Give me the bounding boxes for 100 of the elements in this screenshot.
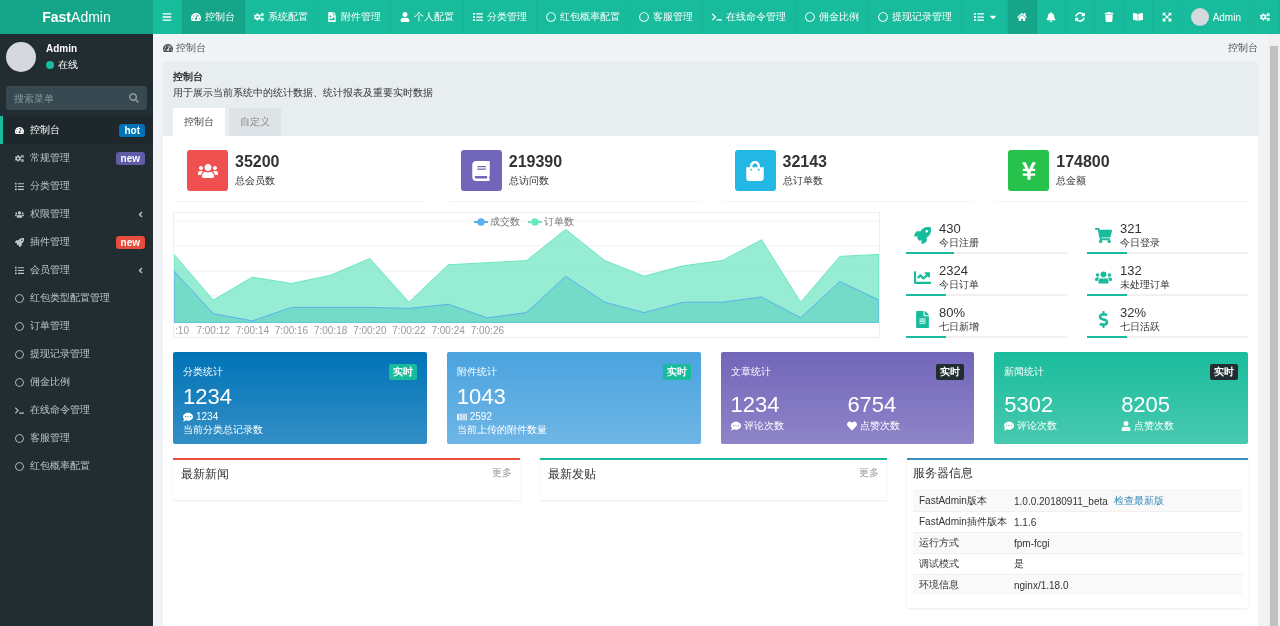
stat-value: 2324: [939, 263, 969, 278]
card-subvalue: 1234: [196, 411, 219, 422]
stat-value: 35200: [235, 153, 280, 171]
sidebar-item[interactable]: 红包概率配置: [0, 452, 153, 480]
heart-icon: [847, 421, 858, 431]
card-subvalue: 2592: [469, 411, 492, 422]
user-icon: [400, 12, 410, 22]
card-label: 点赞次数: [1134, 419, 1175, 433]
users-icon: [1095, 269, 1112, 286]
card-title: 文章统计: [730, 365, 771, 379]
stat-label: 七日活跃: [1120, 320, 1160, 334]
sidebar-item[interactable]: 分类管理: [0, 172, 153, 200]
info-value: 1.0.0.20180911_beta: [1014, 495, 1108, 507]
search-field[interactable]: 搜索菜单: [6, 86, 147, 110]
live-badge: 实时: [936, 364, 965, 380]
info-name: FastAdmin插件版本: [919, 515, 1008, 529]
sidebar-item[interactable]: 订单管理: [0, 312, 153, 340]
axis-label: 7:00:26: [470, 325, 504, 336]
user-name: Admin: [46, 42, 78, 54]
card-title: 分类统计: [183, 365, 223, 379]
sidebar-item[interactable]: 会员管理: [0, 256, 153, 284]
stat-label: 今日订单: [939, 278, 979, 292]
card-title: 新闻统计: [1004, 365, 1045, 379]
logo[interactable]: FastAdmin: [0, 0, 153, 34]
sidebar-item[interactable]: 在线命令管理: [0, 396, 153, 424]
card-title: 附件统计: [456, 365, 497, 379]
search-icon[interactable]: [129, 93, 139, 103]
sidebar-item[interactable]: 提现记录管理: [0, 340, 153, 368]
axis-label: 7:00:12: [196, 325, 230, 336]
list-icon: [15, 181, 24, 191]
live-badge: 实时: [388, 364, 417, 380]
home-button[interactable]: [1007, 0, 1037, 34]
nav-tab[interactable]: 控制台: [182, 0, 245, 34]
card-value: 1043: [456, 384, 507, 410]
avatar-icon: [1190, 8, 1209, 26]
gears-icon: [1260, 12, 1270, 22]
sidebar-item[interactable]: 红包类型配置管理: [0, 284, 153, 312]
more-link[interactable]: 更多: [859, 466, 879, 480]
legend-label[interactable]: 成交数: [490, 215, 520, 229]
sidebar-item[interactable]: 佣金比例: [0, 368, 153, 396]
card-label: 评论次数: [1017, 419, 1058, 433]
chevron-icon: [136, 265, 145, 275]
card-description: 当前分类总记录数: [183, 423, 264, 437]
users-icon: [15, 209, 24, 219]
terminal-icon: [712, 12, 722, 22]
card-value: 8205: [1121, 392, 1172, 418]
stat-value: 174800: [1056, 153, 1110, 171]
live-badge: 实时: [662, 364, 691, 380]
card-value: 1234: [730, 392, 781, 418]
image-icon: [327, 12, 337, 22]
stat-value: 219390: [508, 153, 563, 171]
rocket-icon: [914, 227, 931, 244]
stat-label: 总会员数: [235, 174, 276, 188]
axis-label: 7:00:22: [392, 325, 426, 336]
rocket-icon: [15, 237, 24, 247]
info-value: nginx/1.18.0: [1014, 579, 1069, 591]
user-status: 在线: [58, 57, 78, 72]
tab[interactable]: 自定义: [229, 108, 281, 136]
list-icon: [973, 12, 984, 22]
info-value: 是: [1014, 557, 1024, 571]
info-name: FastAdmin版本: [919, 494, 988, 508]
axis-label: :10: [175, 325, 189, 336]
sidebar-item[interactable]: 常规管理 new: [0, 144, 153, 172]
breadcrumb[interactable]: 控制台: [1228, 41, 1258, 55]
comment-icon: [1004, 421, 1015, 431]
card-value: 6754: [847, 392, 898, 418]
card-label: 评论次数: [743, 419, 784, 433]
terminal-icon: [15, 405, 24, 415]
stat-label: 总订单数: [782, 174, 824, 188]
trash-icon: [1103, 12, 1114, 22]
info-name: 运行方式: [919, 536, 960, 550]
info-name: 环境信息: [919, 578, 960, 592]
info-value: 1.1.6: [1014, 516, 1037, 528]
panel-title: 最新发贴: [548, 466, 596, 483]
stat-value: 80%: [939, 305, 967, 320]
sidebar-item[interactable]: 客服管理: [0, 424, 153, 452]
info-value: fpm-fcgi: [1014, 537, 1050, 549]
more-link[interactable]: 更多: [492, 466, 512, 480]
scrollbar[interactable]: [1270, 46, 1278, 626]
list-icon: [473, 12, 483, 22]
fullscreen-icon: [1161, 12, 1172, 22]
sidebar-item[interactable]: 权限管理: [0, 200, 153, 228]
dashboard-icon: [163, 43, 173, 53]
chevron-icon: [136, 209, 145, 219]
update-link[interactable]: 检查最新版: [1113, 494, 1164, 508]
legend-label[interactable]: 订单数: [544, 215, 574, 229]
breadcrumb[interactable]: 控制台: [163, 41, 206, 55]
dashboard-icon: [15, 125, 24, 135]
menu-badge: new: [115, 235, 145, 249]
avatar-icon: [6, 42, 36, 72]
document-icon: [914, 311, 931, 328]
sidebar-item[interactable]: 控制台 hot: [0, 116, 153, 144]
stat-value: 32%: [1120, 305, 1148, 320]
sidebar-item[interactable]: 插件管理 new: [0, 228, 153, 256]
tab[interactable]: 控制台: [173, 108, 225, 136]
panel-title: 最新新闻: [181, 466, 229, 483]
axis-label: 7:00:14: [235, 325, 269, 336]
card-value: 1234: [183, 384, 233, 410]
card-description: 当前上传的附件数量: [456, 423, 548, 437]
menu-badge: new: [115, 151, 145, 165]
